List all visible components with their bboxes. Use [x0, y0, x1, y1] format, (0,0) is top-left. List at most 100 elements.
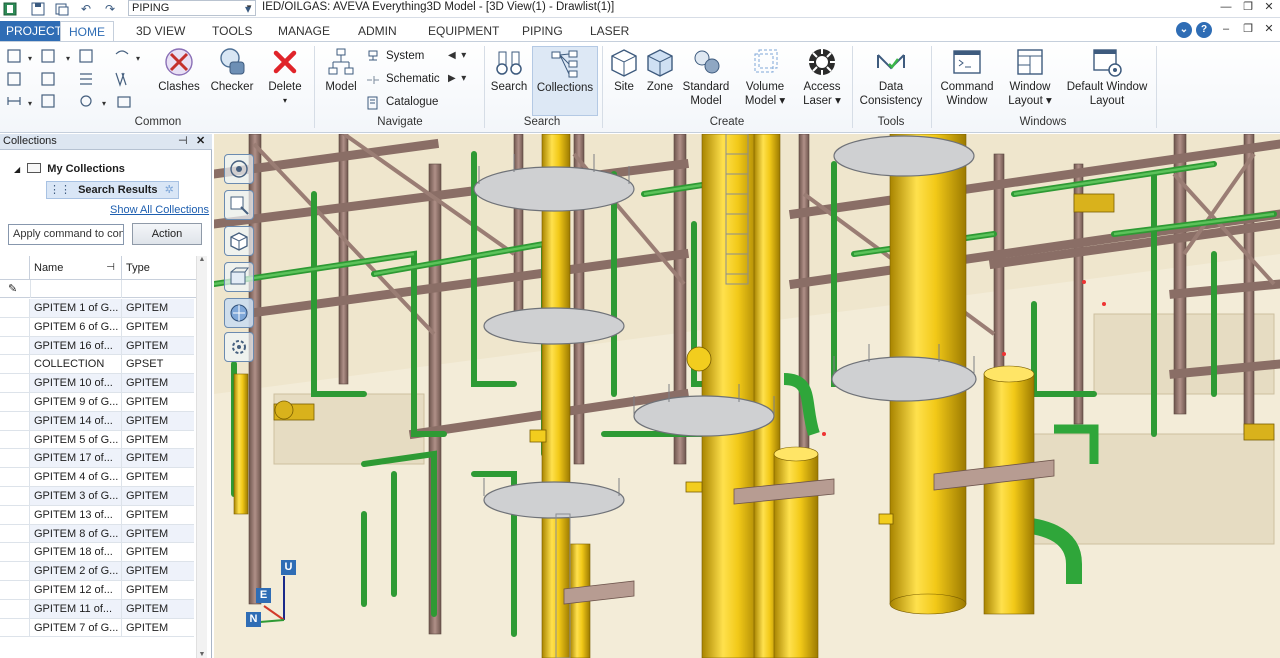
minimize-button[interactable]: —	[1216, 0, 1236, 16]
action-button[interactable]: Action	[132, 223, 202, 245]
module-select[interactable]: PIPING ▼	[128, 0, 256, 16]
table-row[interactable]: GPITEM 2 of G... GPITEM	[0, 562, 194, 581]
pin-icon[interactable]: ⊣	[178, 134, 188, 149]
redo-icon[interactable]: ↷	[102, 1, 118, 17]
column-pin-icon[interactable]: ⊣	[106, 256, 115, 280]
tree-expand-icon[interactable]: ◢	[14, 165, 20, 174]
row-selector[interactable]	[0, 581, 30, 600]
column-header-type[interactable]: Type	[122, 256, 196, 280]
nav-catalogue[interactable]: Catalogue	[366, 96, 438, 110]
row-selector[interactable]	[0, 449, 30, 469]
row-selector[interactable]	[0, 430, 30, 450]
ribbon-minimize-icon[interactable]: ⌄	[1176, 22, 1192, 38]
table-row[interactable]: GPITEM 3 of G... GPITEM	[0, 487, 194, 506]
command-window-button[interactable]: Command Window	[936, 46, 998, 108]
table-row[interactable]: GPITEM 8 of G... GPITEM	[0, 524, 194, 544]
view-section-tool[interactable]	[224, 262, 254, 292]
delete-button[interactable]: Delete ▾	[262, 46, 308, 108]
default-window-layout-button[interactable]: Default Window Layout	[1062, 46, 1152, 108]
collections-button[interactable]: Collections	[532, 46, 598, 116]
view-settings-tool[interactable]	[224, 332, 254, 362]
model-button[interactable]: Model	[320, 46, 362, 94]
row-selector[interactable]	[0, 543, 30, 563]
tree-search-results[interactable]: ⋮⋮ Search Results ✲	[46, 181, 179, 199]
row-selector[interactable]	[0, 336, 30, 356]
table-row[interactable]: GPITEM 10 of... GPITEM	[0, 374, 194, 393]
doc-close-button[interactable]: ✕	[1259, 22, 1279, 38]
nav-schematic-arrows[interactable]: ▶ ▾	[448, 73, 466, 84]
tab-piping[interactable]: PIPING	[514, 21, 571, 41]
table-row[interactable]: GPITEM 5 of G... GPITEM	[0, 430, 194, 450]
edit-filter-icon[interactable]: ✎	[8, 282, 17, 295]
table-row[interactable]: GPITEM 13 of... GPITEM	[0, 505, 194, 525]
tab-admin[interactable]: ADMIN	[350, 21, 405, 41]
table-row[interactable]: GPITEM 1 of G... GPITEM	[0, 299, 194, 318]
row-selector[interactable]	[0, 599, 30, 619]
close-button[interactable]: ✕	[1259, 0, 1279, 16]
help-icon[interactable]: ?	[1196, 22, 1212, 38]
row-selector[interactable]	[0, 618, 30, 638]
row-selector[interactable]	[0, 411, 30, 431]
3d-view[interactable]: U E N	[214, 134, 1280, 658]
clashes-button[interactable]: Clashes	[156, 46, 202, 94]
tab-home[interactable]: HOME	[60, 21, 114, 41]
volume-model-button[interactable]: Volume Model ▾	[738, 46, 792, 108]
doc-minimize-button[interactable]: –	[1216, 22, 1236, 38]
save-icon[interactable]	[30, 1, 46, 17]
table-row[interactable]: COLLECTION GPSET	[0, 355, 194, 375]
window-layout-button[interactable]: Window Layout ▾	[1002, 46, 1058, 108]
restore-button[interactable]: ❐	[1238, 0, 1258, 16]
filter-name-cell[interactable]	[30, 280, 122, 298]
table-row[interactable]: GPITEM 16 of... GPITEM	[0, 336, 194, 356]
nav-schematic[interactable]: Schematic	[366, 73, 440, 85]
scroll-up-icon[interactable]: ▲	[197, 256, 207, 263]
row-selector[interactable]	[0, 562, 30, 581]
show-all-collections-link[interactable]: Show All Collections	[110, 204, 209, 216]
table-row[interactable]: GPITEM 4 of G... GPITEM	[0, 468, 194, 487]
tab-tools[interactable]: TOOLS	[204, 21, 260, 41]
view-zoom-tool[interactable]	[224, 190, 254, 220]
tab-laser[interactable]: LASER	[582, 21, 637, 41]
row-selector[interactable]	[0, 524, 30, 544]
row-selector[interactable]	[0, 468, 30, 487]
table-row[interactable]: GPITEM 17 of... GPITEM	[0, 449, 194, 469]
scroll-down-icon[interactable]: ▼	[197, 651, 207, 658]
filter-row[interactable]: ✎	[0, 280, 196, 298]
tab-project[interactable]: PROJECT	[0, 21, 69, 41]
zone-button[interactable]: Zone	[642, 46, 678, 94]
table-row[interactable]: GPITEM 9 of G... GPITEM	[0, 393, 194, 412]
table-row[interactable]: GPITEM 7 of G... GPITEM	[0, 618, 194, 638]
table-row[interactable]: GPITEM 18 of... GPITEM	[0, 543, 194, 563]
undo-icon[interactable]: ↶	[78, 1, 94, 17]
tab-equipment[interactable]: EQUIPMENT	[420, 21, 507, 41]
row-selector[interactable]	[0, 317, 30, 337]
command-input[interactable]: Apply command to con	[8, 224, 124, 245]
app-icon[interactable]	[2, 1, 18, 17]
row-selector[interactable]	[0, 299, 30, 318]
row-selector[interactable]	[0, 505, 30, 525]
view-walk-tool[interactable]	[224, 298, 254, 328]
panel-close-icon[interactable]: ✕	[196, 134, 205, 149]
nav-system-arrows[interactable]: ◀ ▾	[448, 50, 466, 61]
row-selector[interactable]	[0, 393, 30, 412]
table-row[interactable]: GPITEM 11 of... GPITEM	[0, 599, 194, 619]
search-button[interactable]: Search	[488, 46, 530, 94]
data-consistency-button[interactable]: Data Consistency	[856, 46, 926, 108]
save-work-icon[interactable]	[54, 1, 70, 17]
site-button[interactable]: Site	[606, 46, 642, 94]
view-orbit-tool[interactable]	[224, 154, 254, 184]
customize-icon[interactable]: ▾	[240, 1, 256, 17]
row-selector[interactable]	[0, 487, 30, 506]
row-selector[interactable]	[0, 355, 30, 375]
table-row[interactable]: GPITEM 6 of G... GPITEM	[0, 317, 194, 337]
doc-restore-button[interactable]: ❐	[1238, 22, 1258, 38]
grid-scrollbar[interactable]: ▲ ▼	[196, 256, 207, 658]
table-row[interactable]: GPITEM 14 of... GPITEM	[0, 411, 194, 431]
nav-system[interactable]: System	[366, 50, 424, 62]
standard-model-button[interactable]: Standard Model	[680, 46, 732, 108]
view-fit-tool[interactable]	[224, 226, 254, 256]
row-selector[interactable]	[0, 374, 30, 393]
access-laser-button[interactable]: Access Laser ▾	[798, 46, 846, 108]
column-header-name[interactable]: Name ⊣	[30, 256, 122, 280]
table-row[interactable]: GPITEM 12 of... GPITEM	[0, 581, 194, 600]
